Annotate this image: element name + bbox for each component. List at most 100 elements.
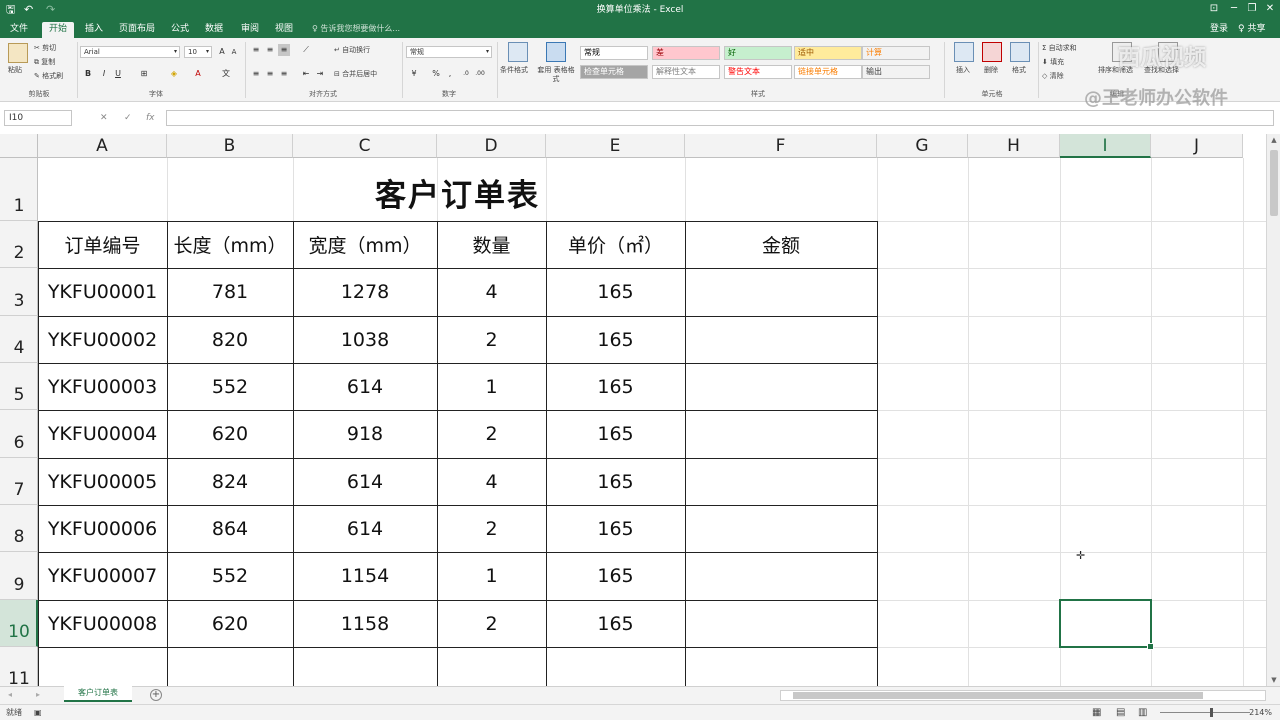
table-cell[interactable]: 1038	[293, 316, 437, 363]
normal-view-icon[interactable]: ▦	[1092, 707, 1101, 718]
tab-scroll-right-icon[interactable]: ▸	[36, 690, 40, 699]
scroll-up-icon[interactable]: ▲	[1267, 136, 1280, 144]
tab-file[interactable]: 文件	[6, 22, 32, 38]
indent-decrease-icon[interactable]: ⇤	[300, 68, 312, 80]
wrap-text-button[interactable]: ↵ 自动换行	[334, 46, 370, 55]
column-header-i[interactable]: I	[1060, 134, 1151, 158]
grow-font-icon[interactable]: A	[216, 46, 228, 58]
scroll-down-icon[interactable]: ▼	[1267, 676, 1280, 684]
close-icon[interactable]: ✕	[1262, 2, 1278, 16]
page-break-view-icon[interactable]: ▥	[1138, 707, 1147, 718]
table-cell[interactable]: YKFU00008	[38, 600, 167, 647]
autosum-button[interactable]: Σ 自动求和	[1042, 44, 1077, 53]
column-header-g[interactable]: G	[877, 134, 968, 158]
table-cell[interactable]: 2	[437, 410, 546, 458]
table-cell[interactable]: 4	[437, 458, 546, 505]
row-header-8[interactable]: 8	[0, 505, 38, 552]
shrink-font-icon[interactable]: A	[228, 46, 240, 58]
column-header-a[interactable]: A	[38, 134, 167, 158]
bold-button[interactable]: B	[82, 68, 94, 80]
comma-button[interactable]: ,	[444, 68, 456, 80]
zoom-slider[interactable]	[1160, 708, 1250, 717]
row-header-7[interactable]: 7	[0, 458, 38, 505]
paste-label[interactable]: 粘贴	[8, 66, 22, 75]
delete-cells-icon[interactable]	[982, 42, 1002, 62]
border-icon[interactable]: ⊞	[138, 68, 150, 80]
zoom-slider-knob[interactable]	[1210, 708, 1213, 717]
table-cell[interactable]: 918	[293, 410, 437, 458]
ribbon-options-icon[interactable]: ⊡	[1206, 2, 1222, 16]
table-cell[interactable]: 824	[167, 458, 293, 505]
worksheet-grid[interactable]: A B C D E F G H I J 1 2 3 4 5 6 7 8 9 10 11 客户订单表 订单编号 长度（mm） 宽度…	[0, 134, 1266, 686]
format-cells-button[interactable]: 格式	[1012, 66, 1026, 75]
enter-icon[interactable]: ✓	[124, 111, 132, 125]
table-cell[interactable]: 552	[167, 552, 293, 600]
underline-button[interactable]: U	[112, 68, 124, 80]
align-right-icon[interactable]: ≡	[278, 68, 290, 80]
cell-style-item[interactable]: 检查单元格	[580, 65, 648, 79]
hscroll-thumb[interactable]	[793, 692, 1203, 699]
table-cell[interactable]: 614	[293, 505, 437, 552]
conditional-format-button[interactable]: 条件格式	[500, 66, 528, 75]
insert-cells-icon[interactable]	[954, 42, 974, 62]
row-header-3[interactable]: 3	[0, 268, 38, 316]
align-left-icon[interactable]: ≡	[250, 68, 262, 80]
align-top-icon[interactable]: ≡	[250, 44, 262, 56]
tab-home[interactable]: 开始	[42, 22, 74, 38]
table-cell[interactable]: 165	[546, 458, 685, 505]
table-cell[interactable]: YKFU00005	[38, 458, 167, 505]
header-cell[interactable]: 订单编号	[38, 221, 167, 268]
table-cell[interactable]: 2	[437, 316, 546, 363]
header-cell[interactable]: 宽度（mm）	[293, 221, 437, 268]
minimize-icon[interactable]: ─	[1226, 2, 1242, 16]
table-cell[interactable]: YKFU00004	[38, 410, 167, 458]
italic-button[interactable]: I	[98, 68, 110, 80]
align-center-icon[interactable]: ≡	[264, 68, 276, 80]
table-cell[interactable]: 820	[167, 316, 293, 363]
row-header-4[interactable]: 4	[0, 316, 38, 363]
cell-style-item[interactable]: 计算	[862, 46, 930, 60]
fill-color-icon[interactable]: ◈	[168, 68, 180, 80]
scroll-thumb[interactable]	[1270, 150, 1278, 216]
column-header-d[interactable]: D	[437, 134, 546, 158]
table-format-icon[interactable]	[546, 42, 566, 62]
table-cell[interactable]	[685, 458, 877, 505]
table-cell[interactable]: 1158	[293, 600, 437, 647]
table-cell[interactable]: 165	[546, 505, 685, 552]
cancel-icon[interactable]: ✕	[100, 111, 108, 125]
increase-decimal-icon[interactable]: .0	[460, 68, 472, 80]
cut-button[interactable]: ✂ 剪切	[34, 44, 56, 53]
select-all-corner[interactable]	[0, 134, 38, 158]
header-cell[interactable]: 金额	[685, 221, 877, 268]
zoom-level[interactable]: 214%	[1249, 708, 1272, 718]
table-cell[interactable]: 614	[293, 363, 437, 410]
tab-data[interactable]: 数据	[200, 22, 228, 38]
tab-review[interactable]: 审阅	[236, 22, 264, 38]
currency-icon[interactable]: ¥	[408, 68, 420, 80]
table-cell[interactable]: 620	[167, 410, 293, 458]
font-family-select[interactable]: Arial ▾	[80, 46, 180, 58]
font-size-select[interactable]: 10 ▾	[184, 46, 212, 58]
table-cell[interactable]: 1154	[293, 552, 437, 600]
percent-button[interactable]: %	[430, 68, 442, 80]
table-cell[interactable]: YKFU00003	[38, 363, 167, 410]
column-header-b[interactable]: B	[167, 134, 293, 158]
paste-icon[interactable]	[8, 43, 28, 63]
row-header-11[interactable]: 11	[0, 647, 38, 686]
table-cell[interactable]: 781	[167, 268, 293, 316]
column-header-c[interactable]: C	[293, 134, 437, 158]
table-format-button[interactable]: 套用 表格格式	[536, 66, 576, 84]
share-button[interactable]: ♀ 共享	[1238, 23, 1265, 35]
column-header-f[interactable]: F	[685, 134, 877, 158]
table-cell[interactable]: YKFU00006	[38, 505, 167, 552]
table-cell[interactable]: 2	[437, 600, 546, 647]
conditional-format-icon[interactable]	[508, 42, 528, 62]
align-middle-icon[interactable]: ≡	[264, 44, 276, 56]
table-cell[interactable]: 1278	[293, 268, 437, 316]
table-cell[interactable]	[685, 363, 877, 410]
cell-style-item[interactable]: 解释性文本	[652, 65, 720, 79]
table-cell[interactable]: 1	[437, 363, 546, 410]
table-cell[interactable]: YKFU00007	[38, 552, 167, 600]
table-cell[interactable]: 165	[546, 268, 685, 316]
cell-style-item[interactable]: 警告文本	[724, 65, 792, 79]
